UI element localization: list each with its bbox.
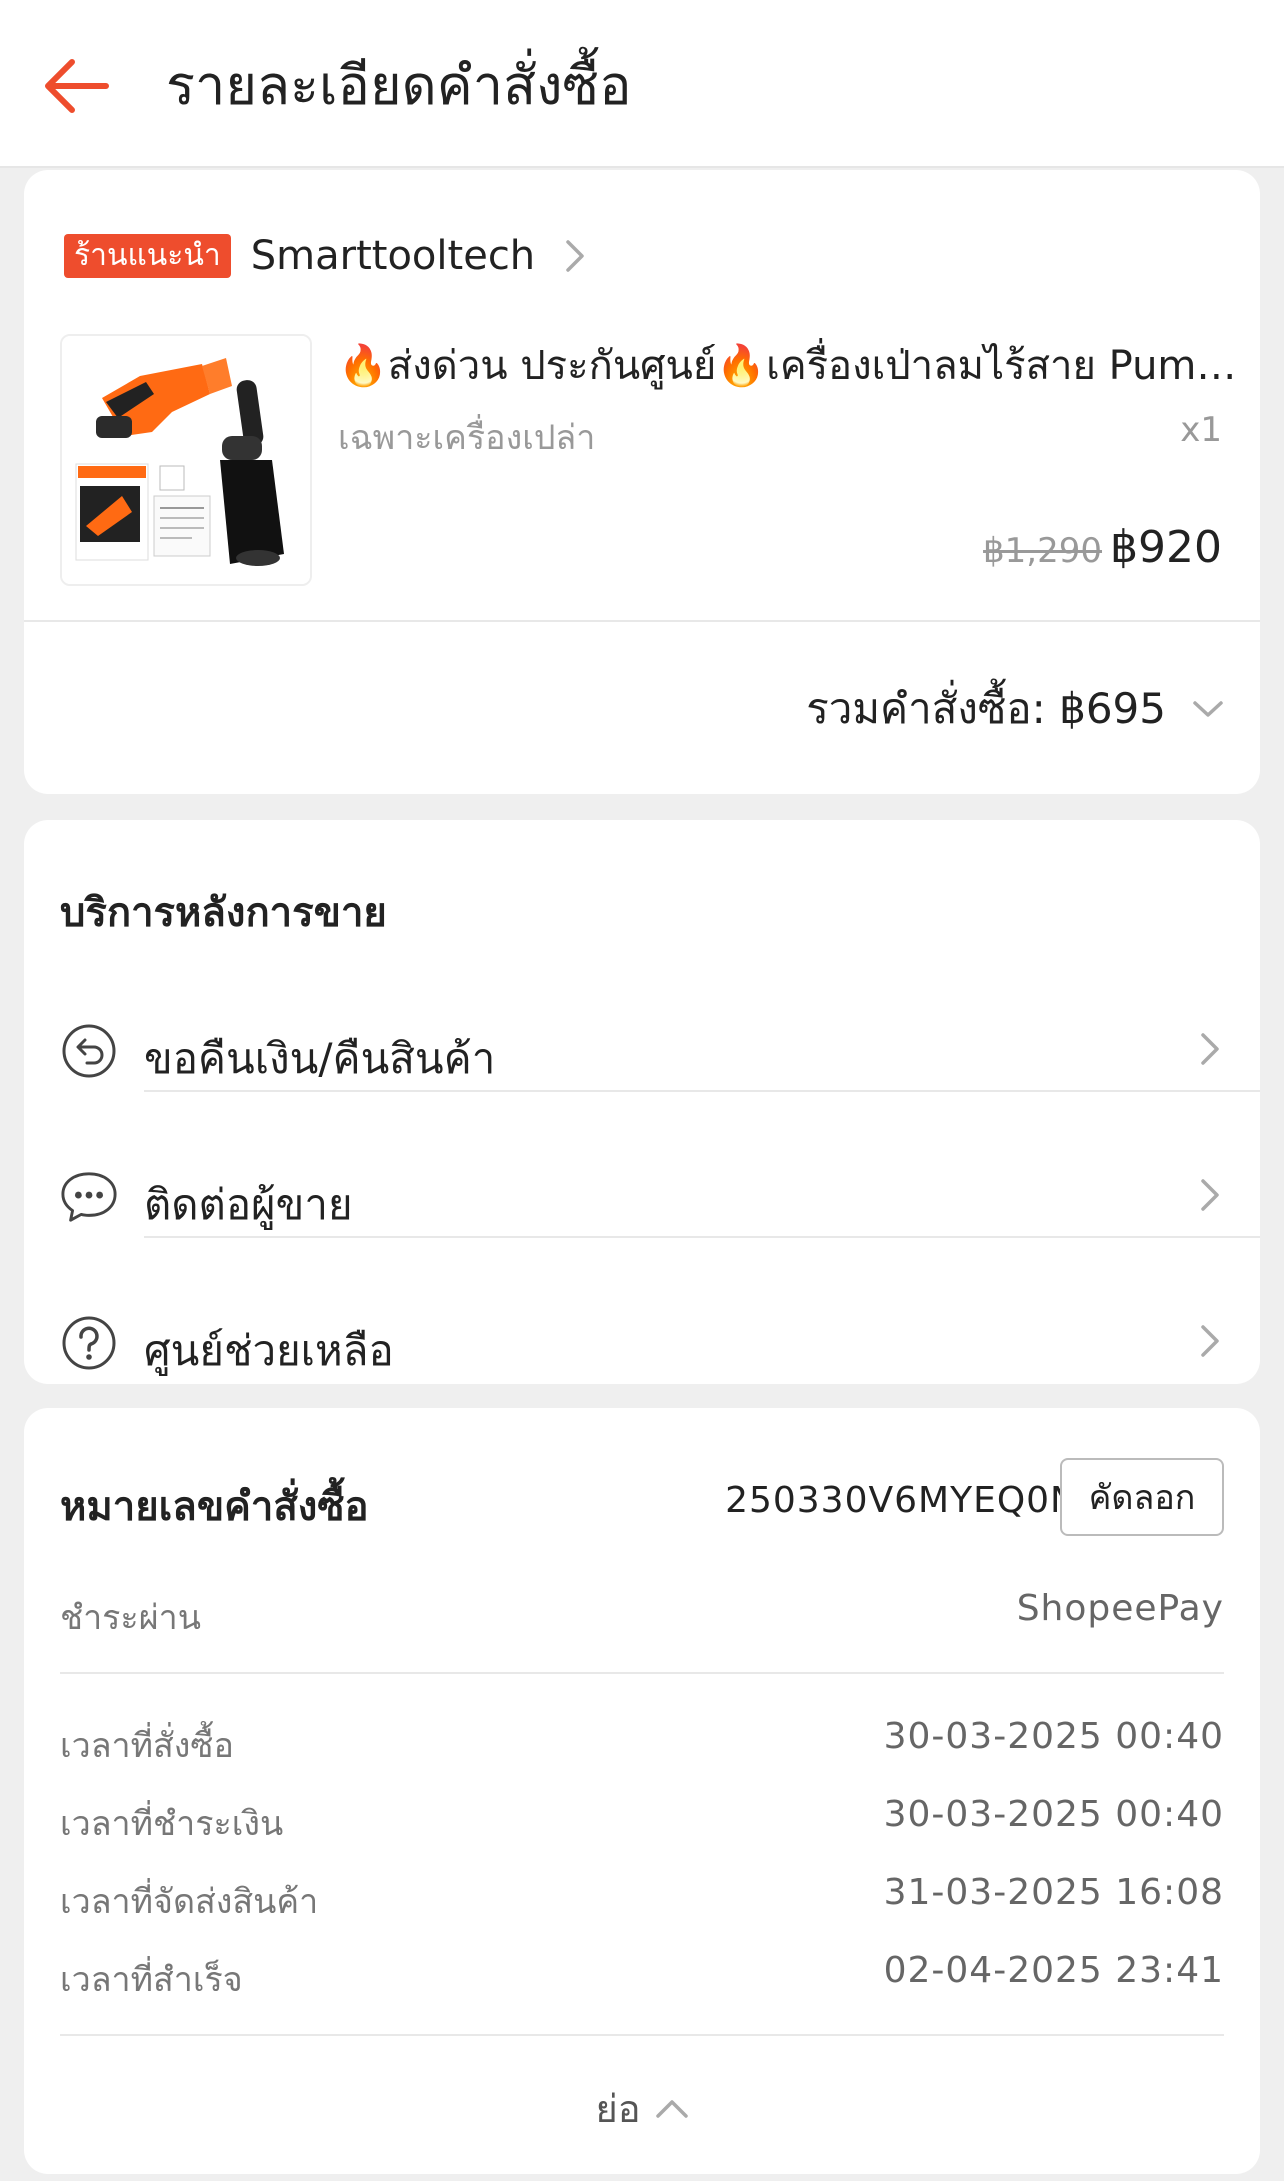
product-price-row: ฿1,290 ฿920 — [983, 522, 1222, 573]
original-price: ฿1,290 — [983, 531, 1103, 571]
order-total: รวมคำสั่งซื้อ: ฿695 — [806, 684, 1166, 733]
payment-time-label: เวลาที่ชำระเงิน — [60, 1804, 284, 1844]
divider — [24, 620, 1260, 622]
payment-method-label: ชำระผ่าน — [60, 1598, 201, 1638]
copy-order-number-button[interactable]: คัดลอก — [1060, 1458, 1224, 1536]
order-number-label: หมายเลขคำสั่งซื้อ — [60, 1484, 369, 1530]
back-button[interactable] — [34, 44, 118, 128]
chevron-right-icon — [565, 239, 585, 273]
order-product-card: ร้านแนะนำ Smarttooltech 🔥ส่งด่วน ประกันศ… — [24, 170, 1260, 794]
order-total-row[interactable]: รวมคำสั่งซื้อ: ฿695 — [806, 676, 1224, 742]
help-icon — [60, 1314, 118, 1372]
shop-name: Smarttooltech — [250, 233, 536, 279]
payment-time-value: 30-03-2025 00:40 — [883, 1794, 1224, 1835]
collapse-button[interactable]: ย่อ — [24, 2078, 1260, 2139]
help-center-label: ศูนย์ช่วยเหลือ — [144, 1326, 394, 1375]
product-quantity: x1 — [1180, 410, 1222, 450]
product-variant: เฉพาะเครื่องเปล่า — [338, 418, 596, 458]
chevron-right-icon — [1200, 1032, 1220, 1066]
product-image[interactable] — [60, 334, 312, 586]
order-time-value: 30-03-2025 00:40 — [883, 1716, 1224, 1757]
top-app-bar: รายละเอียดคำสั่งซื้อ — [0, 0, 1284, 168]
divider — [144, 1236, 1260, 1238]
complete-time-value: 02-04-2025 23:41 — [883, 1950, 1224, 1991]
help-center-item[interactable]: ศูนย์ช่วยเหลือ — [24, 1274, 1260, 1420]
order-info-card: หมายเลขคำสั่งซื้อ 250330V6MYEQ0N คัดลอก … — [24, 1408, 1260, 2174]
contact-seller-item[interactable]: ติดต่อผู้ขาย — [24, 1128, 1260, 1274]
chevron-right-icon — [1200, 1178, 1220, 1212]
return-refund-item[interactable]: ขอคืนเงิน/คืนสินค้า — [24, 982, 1260, 1128]
collapse-label: ย่อ — [595, 2087, 641, 2131]
preferred-shop-badge: ร้านแนะนำ — [64, 234, 231, 278]
divider — [144, 1090, 1260, 1092]
return-icon — [60, 1022, 118, 1080]
back-arrow-icon — [45, 59, 109, 113]
page-title: รายละเอียดคำสั่งซื้อ — [166, 54, 632, 117]
payment-method-value: ShopeePay — [1016, 1588, 1224, 1629]
chevron-right-icon — [1200, 1324, 1220, 1358]
sale-price: ฿920 — [1110, 522, 1222, 573]
shop-row[interactable]: ร้านแนะนำ Smarttooltech — [64, 228, 585, 284]
complete-time-label: เวลาที่สำเร็จ — [60, 1960, 243, 2000]
return-refund-label: ขอคืนเงิน/คืนสินค้า — [144, 1034, 496, 1083]
chevron-down-icon — [1192, 699, 1224, 719]
chevron-up-icon — [655, 2098, 689, 2120]
after-sales-card: บริการหลังการขาย ขอคืนเงิน/คืนสินค้า ติด… — [24, 820, 1260, 1384]
after-sales-title: บริการหลังการขาย — [60, 890, 387, 936]
contact-seller-label: ติดต่อผู้ขาย — [144, 1180, 353, 1229]
order-time-label: เวลาที่สั่งซื้อ — [60, 1726, 234, 1766]
chat-icon — [60, 1168, 118, 1226]
ship-time-value: 31-03-2025 16:08 — [883, 1872, 1224, 1913]
product-title[interactable]: 🔥ส่งด่วน ประกันศูนย์🔥เครื่องเป่าลมไร้สาย… — [338, 338, 1238, 394]
ship-time-label: เวลาที่จัดส่งสินค้า — [60, 1882, 319, 1922]
divider — [60, 1672, 1224, 1674]
divider — [60, 2034, 1224, 2036]
order-number: 250330V6MYEQ0N — [725, 1480, 1078, 1521]
